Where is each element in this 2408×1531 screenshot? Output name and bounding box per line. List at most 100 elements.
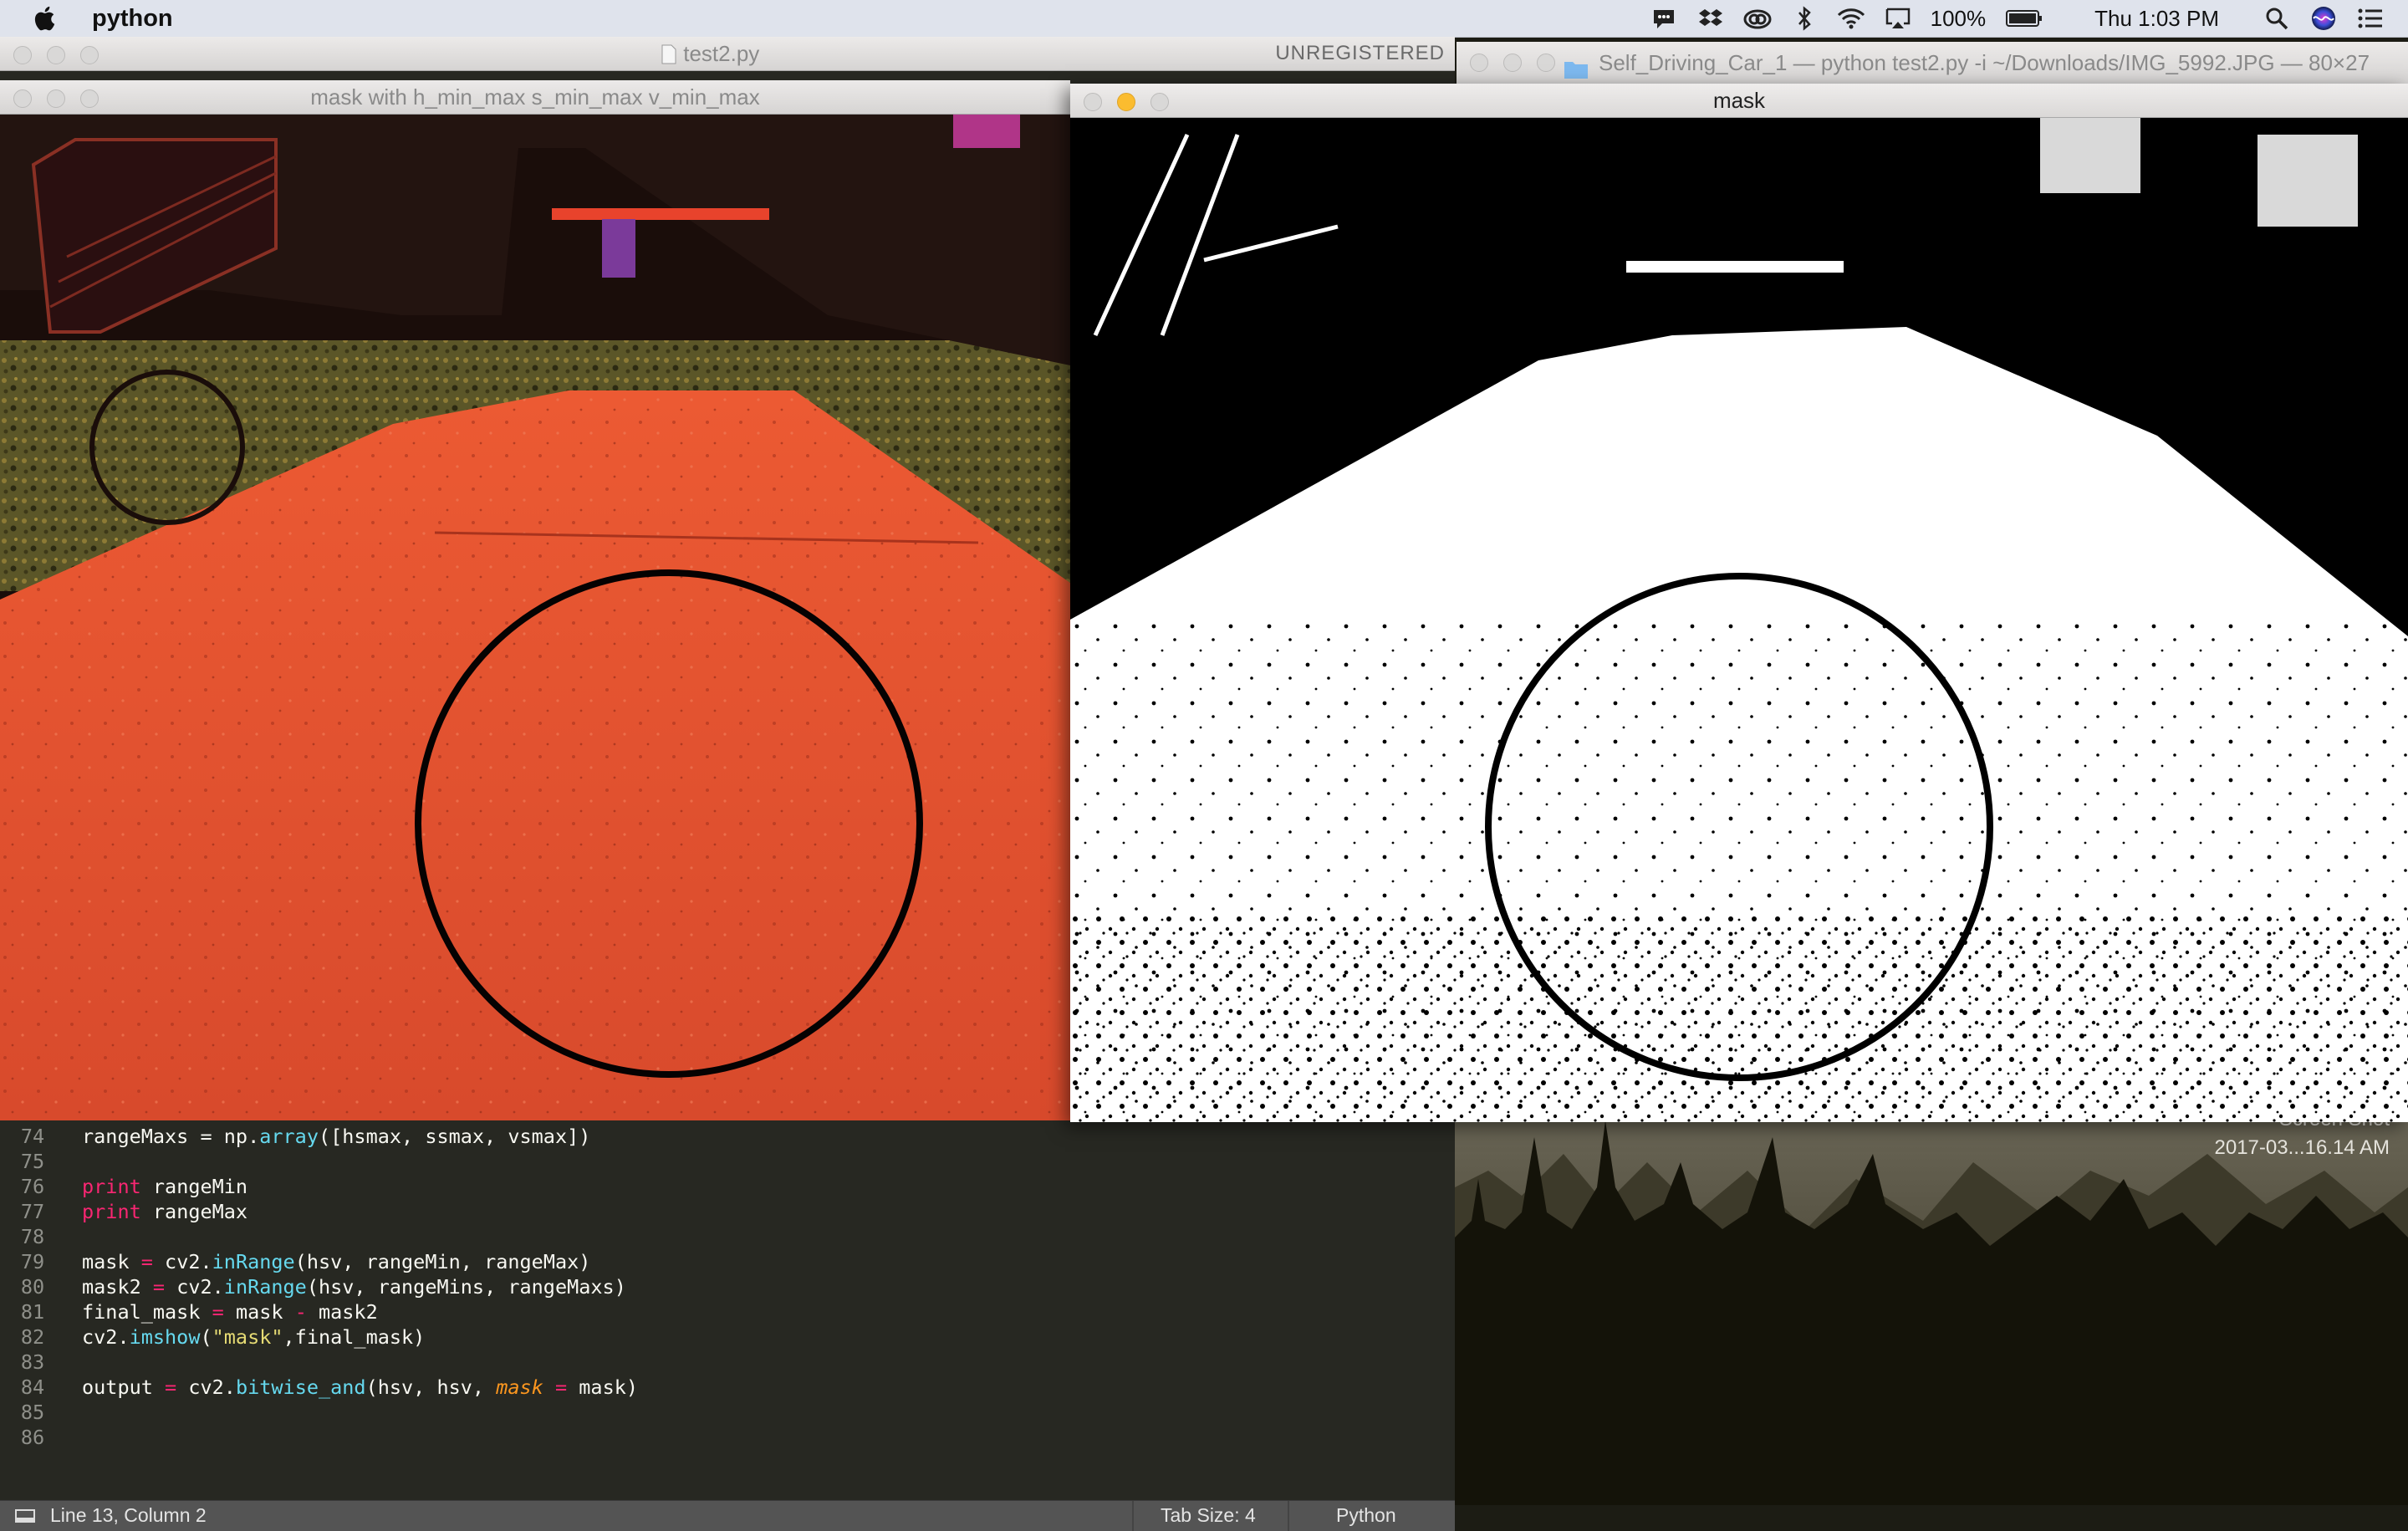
editor-titlebar[interactable]: test2.py UNREGISTERED (0, 37, 1455, 71)
panel-toggle-icon[interactable] (15, 1509, 35, 1523)
bluetooth-icon[interactable] (1790, 6, 1819, 31)
code-line[interactable]: 82 cv2.imshow("mask",final_mask) (0, 1324, 1455, 1350)
line-number: 76 (20, 1175, 45, 1198)
code-token: = (212, 1300, 224, 1324)
binary-mask-title: mask (1712, 88, 1766, 113)
code-line[interactable]: 78 (0, 1224, 1455, 1249)
status-divider (1132, 1501, 1134, 1531)
apple-icon[interactable] (32, 3, 60, 33)
code-token: = (152, 1275, 166, 1299)
line-number: 81 (20, 1300, 45, 1324)
code-line[interactable]: 75 (0, 1149, 1455, 1174)
window-controls (1084, 93, 1169, 111)
line-number: 80 (20, 1275, 45, 1299)
line-number: 84 (20, 1375, 45, 1399)
code-token: cv2. (176, 1375, 236, 1399)
code-token: = (554, 1375, 568, 1399)
close-button[interactable] (1084, 93, 1102, 111)
wifi-icon[interactable] (1837, 6, 1865, 31)
code-token: ([hsmax, ssmax, vsmax]) (318, 1125, 591, 1148)
code-token: cv2. (82, 1325, 130, 1349)
code-line[interactable]: 85 (0, 1400, 1455, 1425)
syntax-selector[interactable]: Python (1336, 1504, 1396, 1527)
binary-mask-titlebar[interactable]: mask (1070, 84, 2408, 118)
minimize-button[interactable] (1503, 54, 1522, 72)
minimize-button[interactable] (1117, 93, 1135, 111)
line-number: 75 (20, 1150, 45, 1173)
code-line[interactable]: 80 mask2 = cv2.inRange(hsv, rangeMins, ra… (0, 1274, 1455, 1299)
code-text: final_mask = mask - mask2 (82, 1299, 378, 1324)
code-token: rangeMax (140, 1200, 248, 1223)
status-divider (1288, 1501, 1289, 1531)
terminal-window: Self_Driving_Car_1 — python test2.py -i … (1457, 42, 2408, 84)
close-button[interactable] (13, 46, 32, 64)
terminal-title: Self_Driving_Car_1 — python test2.py -i … (1599, 50, 2370, 75)
code-line[interactable]: 83 (0, 1350, 1455, 1375)
minimize-button[interactable] (47, 46, 65, 64)
battery-icon[interactable] (2004, 6, 2044, 31)
chat-icon[interactable] (1650, 6, 1678, 31)
binary-mask-window: mask (1070, 84, 2408, 1122)
close-button[interactable] (1470, 54, 1488, 72)
desktop-file-date: 2017-03...16.14 AM (2214, 1136, 2390, 1159)
spotlight-icon[interactable] (2263, 6, 2291, 31)
code-token: rangeMin (140, 1175, 248, 1198)
zoom-button[interactable] (1150, 93, 1169, 111)
code-text: cv2.imshow("mask",final_mask) (82, 1324, 425, 1350)
zoom-button[interactable] (1537, 54, 1555, 72)
code-text: output = cv2.bitwise_and(hsv, hsv, mask … (82, 1375, 638, 1400)
code-token: (hsv, hsv, (365, 1375, 497, 1399)
airplay-icon[interactable] (1884, 6, 1912, 31)
app-name[interactable]: python (92, 5, 173, 33)
zoom-button[interactable] (80, 89, 99, 108)
code-token: ( (200, 1325, 212, 1349)
notification-center-icon[interactable] (2356, 6, 2385, 31)
code-line[interactable]: 76 print rangeMin (0, 1174, 1455, 1199)
code-token: mask2 (306, 1300, 378, 1324)
zoom-button[interactable] (80, 46, 99, 64)
code-token: ,final_mask) (283, 1325, 426, 1349)
code-line[interactable]: 84 output = cv2.bitwise_and(hsv, hsv, mas… (0, 1375, 1455, 1400)
creative-cloud-icon[interactable] (1743, 6, 1772, 31)
window-controls (13, 46, 99, 64)
code-token: mask (82, 1250, 141, 1273)
battery-percent: 100% (1930, 5, 1987, 31)
menu-bar: python 100% Thu 1:03 PM (0, 0, 2408, 38)
siri-icon[interactable] (2309, 6, 2338, 31)
code-line[interactable]: 77 print rangeMax (0, 1199, 1455, 1224)
code-token: inRange (212, 1250, 295, 1273)
tab-size-selector[interactable]: Tab Size: 4 (1161, 1504, 1256, 1527)
editor-file-tab[interactable]: test2.py (661, 37, 759, 70)
code-token: cv2. (152, 1250, 212, 1273)
code-token: output (82, 1375, 166, 1399)
dropbox-icon[interactable] (1696, 6, 1725, 31)
code-token: cv2. (165, 1275, 224, 1299)
code-token: mask (496, 1375, 543, 1399)
code-text: mask2 = cv2.inRange(hsv, rangeMins, rang… (82, 1274, 626, 1299)
code-line[interactable]: 74 rangeMaxs = np.array([hsmax, ssmax, vs… (0, 1124, 1455, 1149)
code-token: (hsv, rangeMin, rangeMax) (294, 1250, 591, 1273)
code-token: mask2 (82, 1275, 153, 1299)
cursor-position: Line 13, Column 2 (50, 1504, 207, 1526)
code-line[interactable]: 79 mask = cv2.inRange(hsv, rangeMin, rang… (0, 1249, 1455, 1274)
status-menus: 100% Thu 1:03 PM (1631, 0, 2408, 37)
code-text: rangeMaxs = np.array([hsmax, ssmax, vsma… (82, 1124, 590, 1149)
terminal-titlebar[interactable]: Self_Driving_Car_1 — python test2.py -i … (1457, 42, 2408, 84)
minimize-button[interactable] (47, 89, 65, 108)
code-token: - (294, 1300, 307, 1324)
line-number: 85 (20, 1401, 45, 1424)
close-button[interactable] (13, 89, 32, 108)
colour-mask-image[interactable] (0, 115, 1070, 1120)
clock[interactable]: Thu 1:03 PM (2094, 6, 2219, 32)
code-line[interactable]: 86 (0, 1425, 1455, 1450)
code-token: "mask" (212, 1325, 283, 1349)
code-text: print rangeMax (82, 1199, 247, 1224)
code-line[interactable]: 81 final_mask = mask - mask2 (0, 1299, 1455, 1324)
code-token: final_mask (82, 1300, 212, 1324)
line-number: 82 (20, 1325, 45, 1349)
code-token: mask) (567, 1375, 639, 1399)
colour-mask-titlebar[interactable]: mask with h_min_max s_min_max v_min_max (0, 80, 1070, 115)
code-area[interactable]: 74 rangeMaxs = np.array([hsmax, ssmax, vs… (0, 1124, 1455, 1450)
binary-mask-image[interactable] (1070, 118, 2408, 1122)
